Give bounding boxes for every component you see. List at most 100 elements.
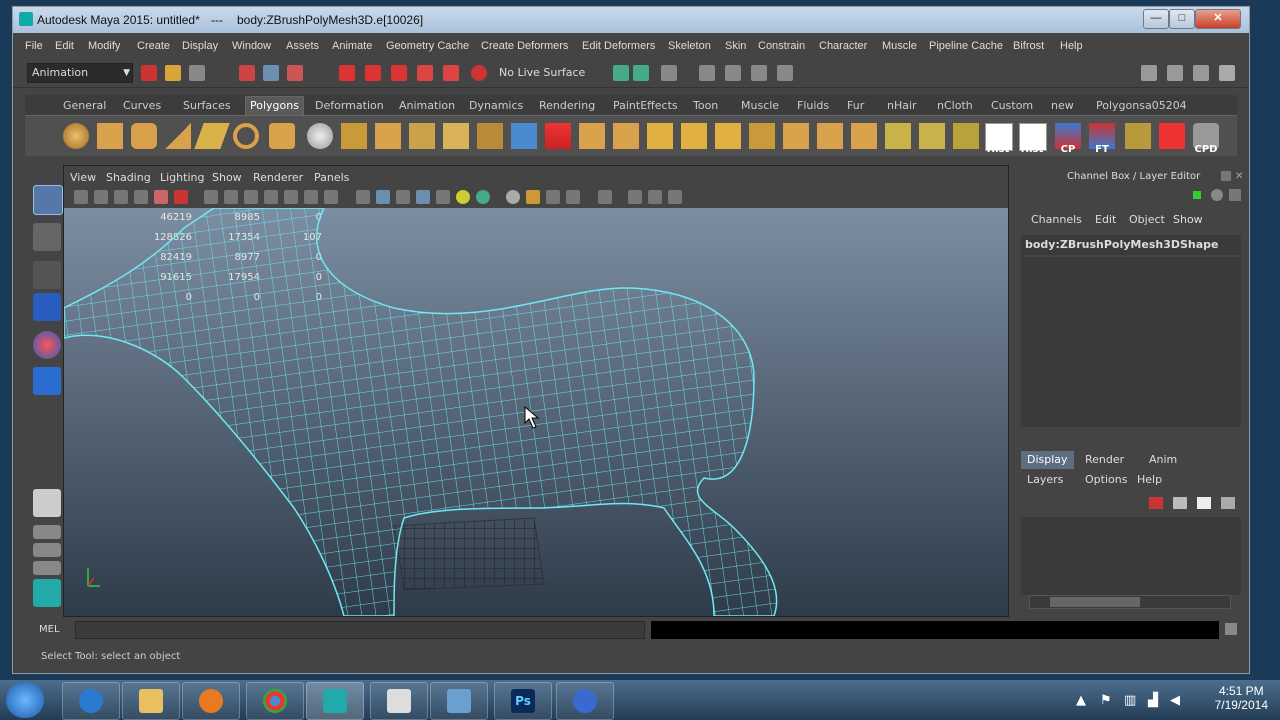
field-chart-icon[interactable] [284,190,298,204]
render-frame-icon[interactable] [725,65,741,81]
taskbar-chrome[interactable] [246,682,304,720]
scale-tool-icon[interactable] [33,367,61,395]
menu-assets[interactable]: Assets [286,40,319,52]
menu-display[interactable]: Display [182,40,218,52]
menu-geometry-cache[interactable]: Geometry Cache [386,40,469,52]
gate-mask-icon[interactable] [264,190,278,204]
layer-scrollbar[interactable] [1029,595,1231,609]
resolution-gate-icon[interactable] [244,190,258,204]
tab-muscle[interactable]: Muscle [741,99,779,112]
poly-sphere-icon[interactable] [63,123,89,149]
channel-box-toggle-icon[interactable] [1219,65,1235,81]
hud-icon[interactable] [598,190,612,204]
frame-all-icon[interactable] [628,190,642,204]
tab-rendering[interactable]: Rendering [539,99,595,112]
menu-help[interactable]: Help [1060,40,1083,52]
poly-plane-icon[interactable] [194,123,230,149]
safe-action-icon[interactable] [304,190,318,204]
layout-single-icon[interactable] [33,489,61,517]
camera-attributes-icon[interactable] [94,190,108,204]
new-layer-icon[interactable] [1197,497,1211,509]
tab-polygonsa05204[interactable]: Polygonsa05204 [1096,99,1187,112]
perspective-viewport[interactable]: View Shading Lighting Show Renderer Pane… [63,165,1009,617]
snap-curve-icon[interactable] [365,65,381,81]
tab-fur[interactable]: Fur [847,99,864,112]
xray-components-icon[interactable] [566,190,580,204]
image-plane-icon[interactable] [134,190,148,204]
taskbar-app[interactable] [556,682,614,720]
tab-general[interactable]: General [63,99,106,112]
show-hidden-icons[interactable]: ▲ [1076,693,1086,708]
menu-animate[interactable]: Animate [332,40,372,52]
wireframe-icon[interactable] [356,190,370,204]
channel-edit-menu[interactable]: Edit [1095,213,1116,226]
new-scene-icon[interactable] [141,65,157,81]
channel-show-menu[interactable]: Show [1173,213,1203,226]
triangulate-icon[interactable] [851,123,877,149]
poly-cylinder-icon[interactable] [131,123,157,149]
select-object-icon[interactable] [263,65,279,81]
rotate-tool-icon[interactable] [33,331,61,359]
menu-set-dropdown[interactable]: Animation ▼ [27,63,133,83]
insert-edge-loop-icon[interactable] [681,123,707,149]
center-pivot-icon[interactable] [1159,123,1185,149]
layer-list[interactable] [1021,517,1241,595]
scrollbar-thumb[interactable] [1050,597,1140,607]
film-gate-icon[interactable] [224,190,238,204]
mel-label[interactable]: MEL [39,624,60,635]
layout-four-icon[interactable] [33,525,61,539]
chan-icon-c[interactable] [1229,189,1241,201]
tab-animation[interactable]: Animation [399,99,455,112]
tool-settings-icon[interactable] [1193,65,1209,81]
poly-soccer-ball-icon[interactable] [307,123,333,149]
chan-icon-b[interactable] [1211,189,1223,201]
freeze-icon[interactable] [1125,123,1151,149]
safe-title-icon[interactable] [324,190,338,204]
tab-fluids[interactable]: Fluids [797,99,829,112]
isolate-select-icon[interactable] [506,190,520,204]
menu-skin[interactable]: Skin [725,40,746,52]
menu-edit[interactable]: Edit [55,40,74,52]
input-ops-icon[interactable] [613,65,629,81]
taskbar-photoshop[interactable]: Ps [494,682,552,720]
taskbar-media[interactable] [182,682,240,720]
viewport-scene[interactable]: 46219 8985 0 128826 17354 107 82419 8977… [64,208,1008,616]
tab-display[interactable]: Display [1021,451,1074,469]
maximize-button[interactable]: □ [1169,9,1195,29]
grease-pencil-icon[interactable] [174,190,188,204]
script-editor-icon[interactable] [1225,623,1237,635]
flag-icon[interactable]: ⚑ [1100,693,1112,708]
menu-create-deformers[interactable]: Create Deformers [481,40,568,52]
taskbar-viewer[interactable] [430,682,488,720]
selected-object-name[interactable]: body:ZBrushPolyMesh3DShape [1021,235,1241,255]
taskbar-maya[interactable] [306,682,364,720]
layer-move-up-icon[interactable] [1149,497,1163,509]
signal-icon[interactable]: ▟ [1148,693,1158,708]
menu-modify[interactable]: Modify [88,40,120,52]
append-icon[interactable] [613,123,639,149]
vp-menu-renderer[interactable]: Renderer [253,171,303,184]
channel-object-menu[interactable]: Object [1129,213,1165,226]
extract-icon[interactable] [409,123,435,149]
split-polygon-icon[interactable] [647,123,673,149]
layers-menu[interactable]: Layers [1027,473,1063,486]
tab-deformation[interactable]: Deformation [315,99,384,112]
menu-bifrost[interactable]: Bifrost [1013,40,1044,52]
menu-pipeline-cache[interactable]: Pipeline Cache [929,40,1003,52]
separate-icon[interactable] [375,123,401,149]
layout-icon[interactable] [1141,65,1157,81]
tab-render[interactable]: Render [1079,451,1130,469]
two-d-pan-icon[interactable] [154,190,168,204]
layer-move-down-icon[interactable] [1173,497,1187,509]
tab-new[interactable]: new [1051,99,1074,112]
tab-painteffects[interactable]: PaintEffects [613,99,678,112]
frame-selection-icon[interactable] [648,190,662,204]
tab-polygons[interactable]: Polygons [245,96,304,115]
smooth-shade-icon[interactable] [376,190,390,204]
poly-cube-icon[interactable] [97,123,123,149]
chan-icon-a[interactable] [1193,191,1201,199]
command-input[interactable] [75,621,645,639]
output-ops-icon[interactable] [633,65,649,81]
new-layer-selected-icon[interactable] [1221,497,1235,509]
layout-two-icon[interactable] [33,543,61,557]
